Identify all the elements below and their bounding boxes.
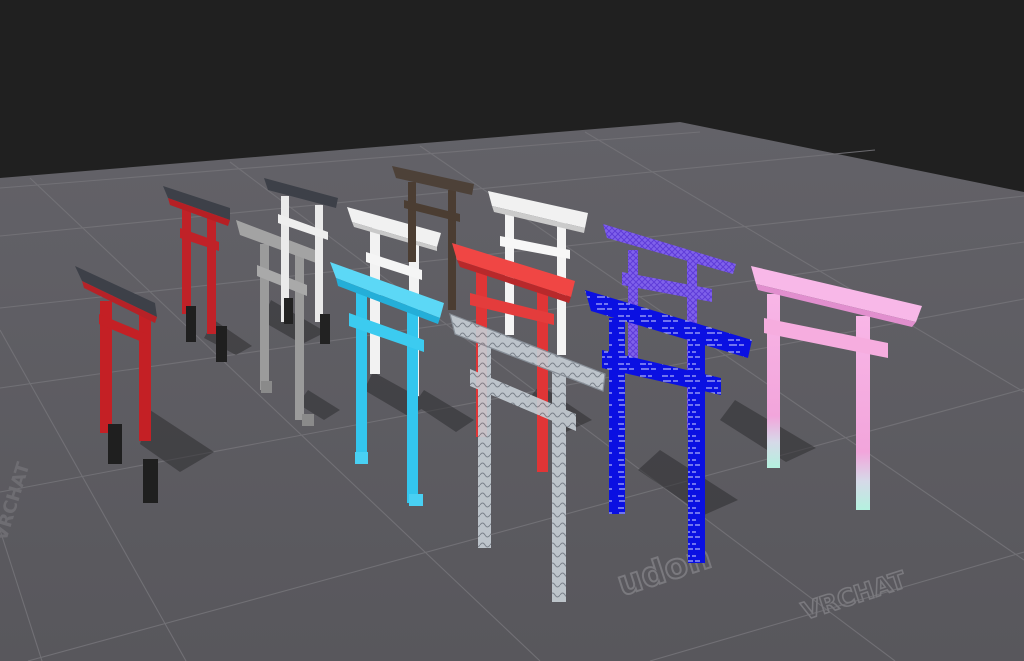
gate-gray-1-left-foot [261,381,272,393]
gate-brown-left-pillar [408,182,416,262]
gate-gray-1-right-foot [302,414,314,426]
gate-white-black-top-right-base [320,314,330,344]
gate-red-1-right-base [143,459,158,503]
gate-cyan-right-foot [409,494,423,506]
gate-glass-left-pillar [478,336,491,548]
gate-glass-right-pillar [552,360,566,602]
gate-gray-1-left-pillar [260,244,269,390]
gate-white-black-top-left-base [284,298,293,324]
gate-white-black-top-right-pillar [315,205,323,322]
gate-cyan-left-foot [355,452,368,464]
gate-red-3-right-pillar [537,279,548,472]
gate-red-2-left-base [186,306,196,342]
gate-red-2-left-pillar [182,206,191,314]
gate-gray-1-right-pillar [295,252,304,420]
scene-canvas: VRCHAT udon VRCHAT [0,0,1024,661]
gate-red-2-right-pillar [207,216,216,334]
gate-red-2-right-base [216,326,227,362]
gate-red-1-right-pillar [139,309,151,441]
gate-cyan-left-pillar [356,290,367,460]
gate-red-1-left-base [108,424,122,464]
gate-blue-text-left-pillar [609,318,625,514]
